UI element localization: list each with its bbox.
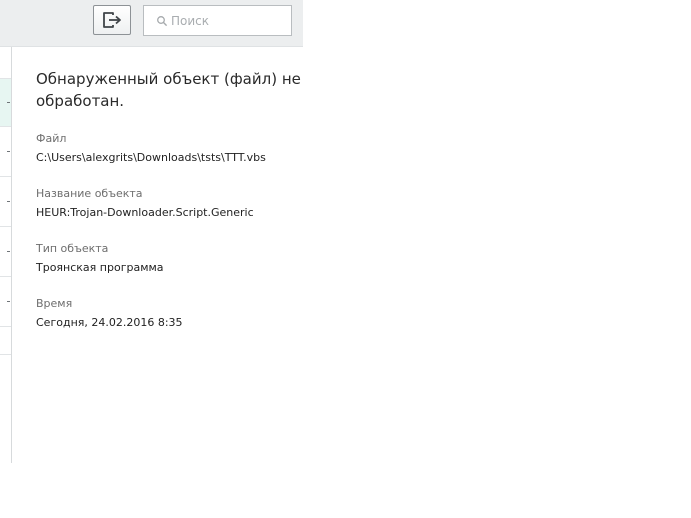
list-item[interactable]	[0, 227, 11, 277]
row-chevron-icon	[7, 201, 10, 202]
field-label: Файл	[36, 132, 67, 145]
toolbar	[0, 0, 303, 47]
list-item[interactable]	[0, 327, 11, 355]
export-icon	[103, 12, 121, 28]
field-object-name: Название объекта HEUR:Trojan-Downloader.…	[36, 187, 296, 220]
search-input[interactable]	[169, 9, 288, 32]
details-title: Обнаруженный объект (файл) не обработан.	[36, 70, 301, 110]
list-item[interactable]	[0, 277, 11, 327]
field-label: Тип объекта	[36, 242, 109, 255]
search-icon	[157, 16, 168, 27]
object-type-value: Троянская программа	[36, 261, 164, 274]
field-object-type: Тип объекта Троянская программа	[36, 242, 296, 275]
list-item[interactable]	[0, 177, 11, 227]
list-item-selected[interactable]	[0, 79, 11, 127]
row-chevron-icon	[7, 102, 10, 103]
objects-list	[0, 47, 12, 463]
list-item[interactable]	[0, 47, 11, 79]
row-chevron-icon	[7, 251, 10, 252]
field-time: Время Сегодня, 24.02.2016 8:35	[36, 297, 296, 330]
file-path-value: C:\Users\alexgrits\Downloads\tsts\TTT.vb…	[36, 151, 266, 164]
time-value: Сегодня, 24.02.2016 8:35	[36, 316, 183, 329]
list-item[interactable]	[0, 127, 11, 177]
object-details: Обнаруженный объект (файл) не обработан.…	[36, 68, 302, 329]
field-file: Файл C:\Users\alexgrits\Downloads\tsts\T…	[36, 132, 296, 165]
export-button[interactable]	[93, 5, 131, 35]
field-label: Название объекта	[36, 187, 143, 200]
field-label: Время	[36, 297, 73, 310]
search-box[interactable]	[143, 5, 292, 36]
row-chevron-icon	[7, 151, 10, 152]
row-chevron-icon	[7, 301, 10, 302]
object-name-value: HEUR:Trojan-Downloader.Script.Generic	[36, 206, 254, 219]
